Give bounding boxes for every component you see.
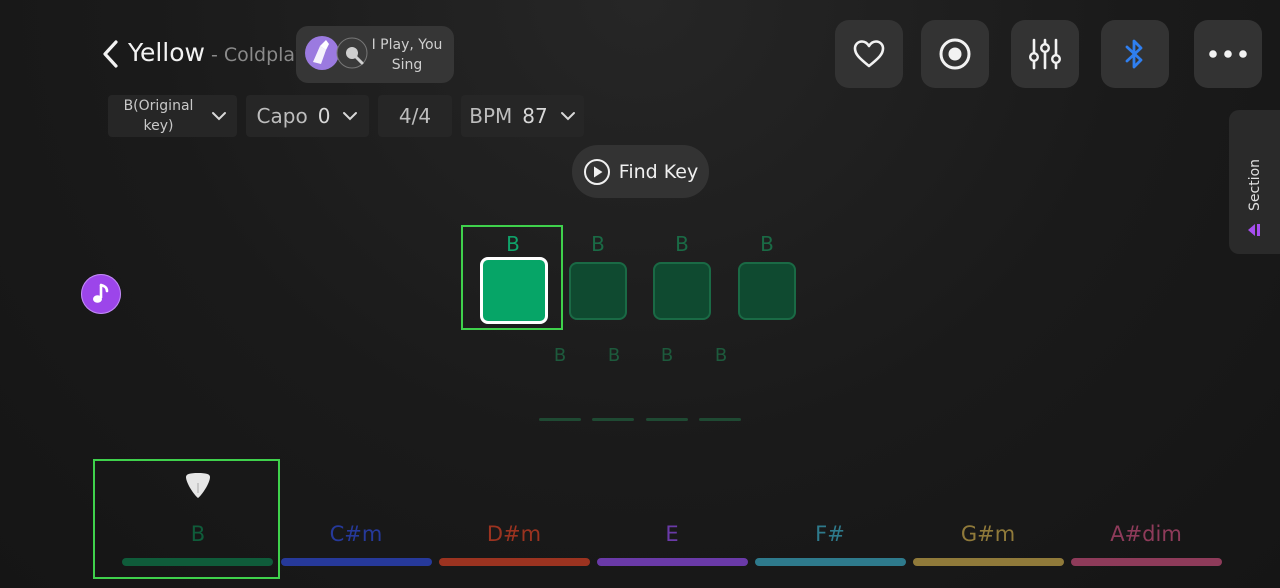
i-play-you-sing-label: I Play, You Sing (371, 36, 443, 73)
pick-icon (186, 473, 210, 498)
chord-color-bar (439, 558, 590, 566)
chord-color-bar (122, 558, 273, 566)
chord-item[interactable]: G#m (913, 522, 1063, 546)
beat-pad-active[interactable] (480, 257, 548, 324)
strum-label: B (714, 345, 728, 366)
chevron-down-icon (343, 112, 358, 121)
section-tab[interactable]: Section (1229, 110, 1280, 254)
find-key-button[interactable]: Find Key (572, 145, 709, 198)
bluetooth-button[interactable] (1101, 20, 1169, 88)
chevron-down-icon (211, 112, 226, 121)
back-button[interactable] (96, 36, 124, 72)
chord-item[interactable]: E (597, 522, 747, 546)
song-title-block: Yellow - Coldplay (128, 38, 306, 67)
chord-item[interactable]: F# (755, 522, 905, 546)
chevron-left-icon (103, 40, 118, 68)
strum-label: B (553, 345, 567, 366)
beat-chord-label: B (675, 232, 689, 256)
bpm-label: BPM (469, 104, 513, 128)
capo-value: 0 (317, 104, 331, 128)
more-button[interactable] (1194, 20, 1262, 88)
beat-dash (699, 418, 741, 421)
collapse-left-icon (1248, 224, 1260, 236)
chord-color-bar (1071, 558, 1222, 566)
favorite-button[interactable] (835, 20, 903, 88)
beat-chord-label: B (760, 232, 774, 256)
time-signature-value: 4/4 (398, 104, 432, 128)
beat-dash (592, 418, 634, 421)
chord-color-bar (281, 558, 432, 566)
key-value: B(Original key) (123, 98, 194, 134)
chord-item[interactable]: C#m (281, 522, 431, 546)
play-circle-icon (583, 158, 610, 185)
music-note-button[interactable] (81, 274, 121, 314)
chord-item[interactable]: A#dim (1071, 522, 1221, 546)
bpm-value: 87 (522, 104, 548, 128)
beat-chord-label: B (506, 232, 520, 256)
beat-dash (646, 418, 688, 421)
strum-label: B (607, 345, 621, 366)
i-play-you-sing-button[interactable]: I Play, You Sing (296, 26, 454, 83)
beat-chord-label: B (591, 232, 605, 256)
bpm-select[interactable]: BPM 87 (461, 95, 584, 137)
chord-item[interactable]: D#m (439, 522, 589, 546)
bluetooth-icon (1125, 39, 1143, 69)
beat-pad[interactable] (738, 262, 796, 320)
capo-select[interactable]: Capo 0 (246, 95, 369, 137)
beat-dash (539, 418, 581, 421)
beat-pad[interactable] (653, 262, 711, 320)
key-select[interactable]: B(Original key) (108, 95, 237, 137)
song-title: Yellow (128, 38, 205, 67)
music-note-icon (93, 283, 109, 303)
chord-color-bar (597, 558, 748, 566)
mixer-sliders-icon (1029, 38, 1062, 70)
chord-item[interactable]: B (123, 522, 273, 546)
beat-pad[interactable] (569, 262, 627, 320)
more-dots-icon (1209, 50, 1247, 58)
section-tab-label: Section (1247, 158, 1264, 212)
find-key-label: Find Key (618, 160, 699, 183)
time-signature-button[interactable]: 4/4 (378, 95, 452, 137)
chord-color-bar (755, 558, 906, 566)
capo-label: Capo (256, 104, 308, 128)
song-artist: - Coldplay (210, 44, 307, 66)
mixer-button[interactable] (1011, 20, 1079, 88)
record-button[interactable] (921, 20, 989, 88)
strum-label: B (660, 345, 674, 366)
record-icon (939, 38, 971, 70)
chevron-down-icon (560, 112, 575, 121)
play-sing-icon (296, 26, 368, 83)
chord-color-bar (913, 558, 1064, 566)
heart-icon (853, 40, 885, 68)
